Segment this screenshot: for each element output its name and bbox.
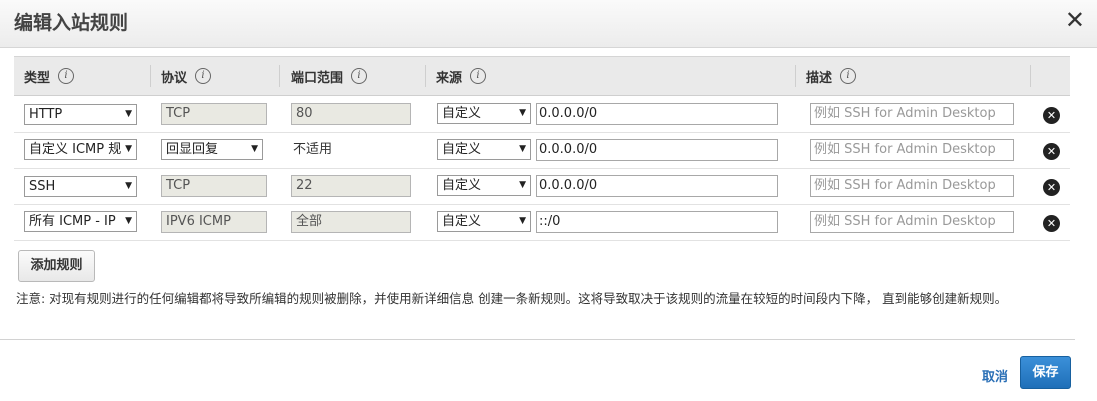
source-cidr-input[interactable]: 0.0.0.0/0 bbox=[536, 103, 778, 125]
column-divider bbox=[279, 65, 280, 87]
dropdown-arrow-icon: ▼ bbox=[125, 181, 132, 191]
rule-row: 所有 ICMP - IP ▼ IPV6 ICMP 全部 自定义 ▼ ::/0 例如 … bbox=[14, 205, 1070, 241]
dropdown-arrow-icon: ▼ bbox=[251, 144, 258, 154]
column-port-range: 端口范围 i bbox=[291, 57, 368, 95]
column-source: 来源 i bbox=[436, 57, 487, 95]
source-cidr-input[interactable]: 0.0.0.0/0 bbox=[536, 175, 778, 197]
protocol-field: TCP bbox=[161, 103, 267, 125]
rule-row: 自定义 ICMP 规 ▼ 回显回复 ▼ 不适用 自定义 ▼ 0.0.0.0/0 例如 … bbox=[14, 133, 1070, 169]
column-port-range-label: 端口范围 bbox=[291, 70, 344, 86]
source-cidr-input[interactable]: ::/0 bbox=[536, 211, 778, 233]
rule-row: SSH ▼ TCP 22 自定义 ▼ 0.0.0.0/0 例如 SSH for Ad… bbox=[14, 169, 1070, 205]
column-protocol: 协议 i bbox=[161, 57, 212, 95]
dialog-title: 编辑入站规则 bbox=[14, 12, 129, 34]
dropdown-arrow-icon: ▼ bbox=[519, 108, 526, 118]
dropdown-arrow-icon: ▼ bbox=[519, 144, 526, 154]
info-icon[interactable]: i bbox=[195, 68, 212, 84]
cancel-link[interactable]: 取消 bbox=[982, 366, 1008, 385]
type-select[interactable]: SSH ▼ bbox=[24, 176, 137, 197]
type-select-value: 所有 ICMP - IP bbox=[29, 214, 116, 229]
description-input[interactable]: 例如 SSH for Admin Desktop bbox=[810, 103, 1014, 125]
port-range-field: 全部 bbox=[291, 211, 411, 233]
add-rule-button[interactable]: 添加规则 bbox=[18, 250, 95, 282]
source-mode-value: 自定义 bbox=[442, 142, 482, 157]
column-type: 类型 i bbox=[24, 57, 75, 95]
remove-rule-icon[interactable]: ✕ bbox=[1043, 215, 1060, 232]
source-mode-select[interactable]: 自定义 ▼ bbox=[437, 175, 531, 196]
column-description-label: 描述 bbox=[806, 70, 833, 86]
dialog-header: 编辑入站规则 ✕ bbox=[0, 0, 1097, 48]
remove-rule-icon[interactable]: ✕ bbox=[1043, 107, 1060, 124]
dropdown-arrow-icon: ▼ bbox=[125, 216, 132, 226]
dropdown-arrow-icon: ▼ bbox=[125, 144, 132, 154]
protocol-field: TCP bbox=[161, 175, 267, 197]
type-select-value: HTTP bbox=[29, 107, 63, 122]
type-select[interactable]: 所有 ICMP - IP ▼ bbox=[24, 211, 137, 232]
footer-divider bbox=[0, 339, 1075, 340]
type-select[interactable]: HTTP ▼ bbox=[24, 104, 137, 125]
source-mode-select[interactable]: 自定义 ▼ bbox=[437, 103, 531, 124]
protocol-select-value: 回显回复 bbox=[166, 142, 219, 157]
column-type-label: 类型 bbox=[24, 70, 51, 86]
column-description: 描述 i bbox=[806, 57, 857, 95]
type-select[interactable]: 自定义 ICMP 规 ▼ bbox=[24, 139, 137, 160]
rule-row: HTTP ▼ TCP 80 自定义 ▼ 0.0.0.0/0 例如 SSH for A… bbox=[14, 97, 1070, 133]
source-mode-value: 自定义 bbox=[442, 178, 482, 193]
port-range-text: 不适用 bbox=[293, 142, 333, 157]
source-cidr-input[interactable]: 0.0.0.0/0 bbox=[536, 139, 778, 161]
source-mode-value: 自定义 bbox=[442, 106, 482, 121]
column-protocol-label: 协议 bbox=[161, 70, 188, 86]
protocol-select[interactable]: 回显回复 ▼ bbox=[161, 139, 263, 160]
description-input[interactable]: 例如 SSH for Admin Desktop bbox=[810, 139, 1014, 161]
port-range-field: 80 bbox=[291, 103, 411, 125]
info-icon[interactable]: i bbox=[470, 68, 487, 84]
type-select-value: 自定义 ICMP 规 bbox=[29, 142, 122, 157]
source-mode-select[interactable]: 自定义 ▼ bbox=[437, 139, 531, 160]
source-mode-value: 自定义 bbox=[442, 214, 482, 229]
description-input[interactable]: 例如 SSH for Admin Desktop bbox=[810, 211, 1014, 233]
description-input[interactable]: 例如 SSH for Admin Desktop bbox=[810, 175, 1014, 197]
source-mode-select[interactable]: 自定义 ▼ bbox=[437, 211, 531, 232]
dropdown-arrow-icon: ▼ bbox=[125, 109, 132, 119]
protocol-field: IPV6 ICMP bbox=[161, 211, 267, 233]
dropdown-arrow-icon: ▼ bbox=[519, 180, 526, 190]
remove-rule-icon[interactable]: ✕ bbox=[1043, 179, 1060, 196]
port-range-field: 22 bbox=[291, 175, 411, 197]
column-divider bbox=[425, 65, 426, 87]
column-divider bbox=[1030, 65, 1031, 87]
column-divider bbox=[795, 65, 796, 87]
dropdown-arrow-icon: ▼ bbox=[519, 216, 526, 226]
rules-table-header: 类型 i 协议 i 端口范围 i 来源 i 描述 i bbox=[14, 56, 1070, 96]
warning-note: 注意: 对现有规则进行的任何编辑都将导致所编辑的规则被删除，并使用新详细信息 创… bbox=[16, 291, 1008, 306]
info-icon[interactable]: i bbox=[840, 68, 857, 84]
remove-rule-icon[interactable]: ✕ bbox=[1043, 143, 1060, 160]
save-button[interactable]: 保存 bbox=[1020, 356, 1071, 389]
info-icon[interactable]: i bbox=[58, 68, 75, 84]
info-icon[interactable]: i bbox=[351, 68, 368, 84]
column-source-label: 来源 bbox=[436, 70, 463, 86]
column-divider bbox=[150, 65, 151, 87]
type-select-value: SSH bbox=[29, 179, 56, 194]
close-icon[interactable]: ✕ bbox=[1065, 6, 1085, 34]
